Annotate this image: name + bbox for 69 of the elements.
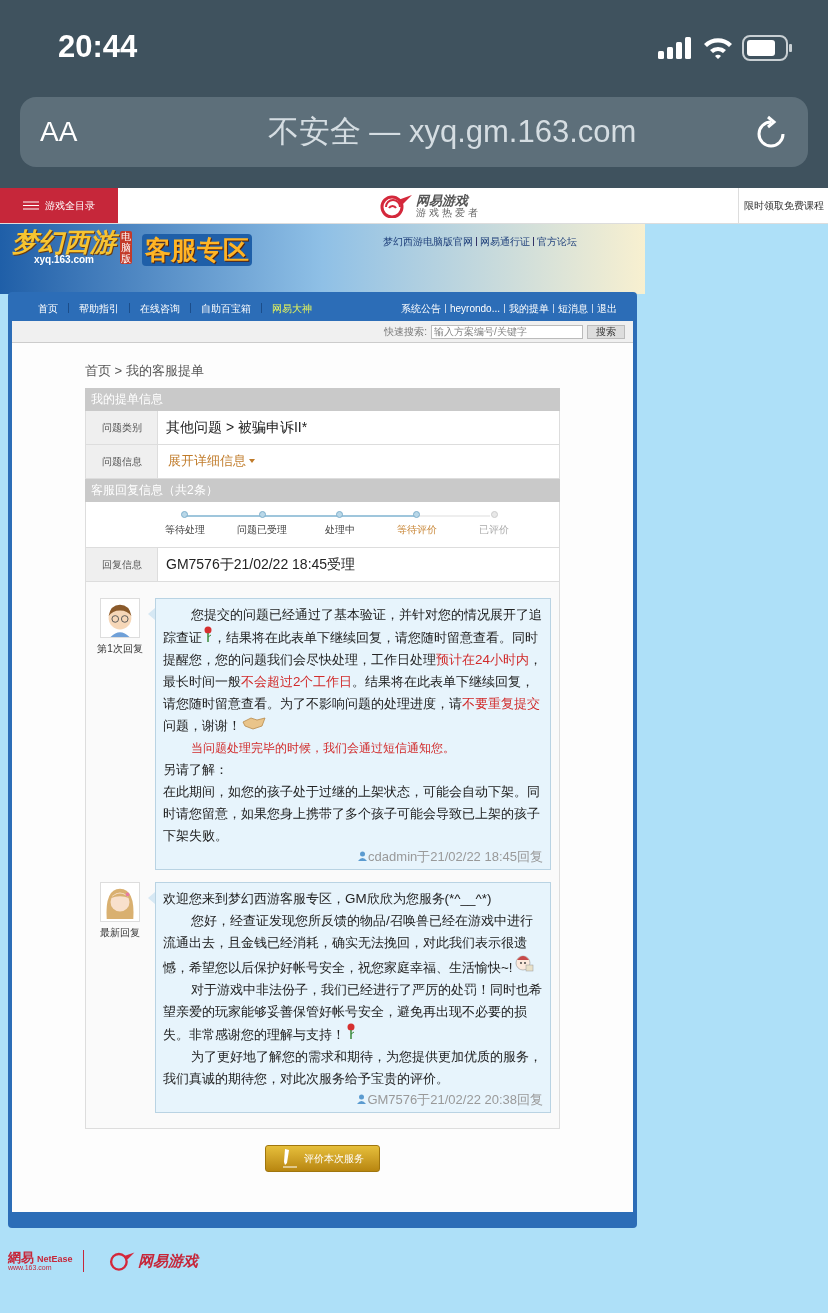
search-button[interactable]: 搜索 — [587, 324, 625, 339]
game-url: xyq.163.com — [33, 255, 94, 265]
search-field[interactable]: 输入方案编号/关键字 — [431, 324, 583, 339]
nav-link[interactable]: 在线咨询 — [130, 300, 190, 316]
reply-paragraph: 欢迎您来到梦幻西游客服专区，GM欣欣为您服务(*^__^*) — [163, 889, 493, 908]
brand-logo-icon — [107, 1250, 136, 1271]
step-label[interactable]: 处理中 — [324, 521, 355, 537]
edition-badge: 电脑版 — [120, 230, 132, 264]
caret-icon — [249, 459, 255, 463]
reply-caption: 最新回复 — [100, 925, 140, 940]
user-link[interactable]: 短消息 — [558, 300, 588, 316]
brand-name: 网易游戏 — [416, 193, 470, 207]
status-time: 20:44 — [58, 28, 138, 67]
user-link[interactable]: 我的提单 — [509, 300, 549, 316]
brand-logo-icon — [378, 193, 415, 218]
reply-paragraph: 另请了解： — [163, 760, 229, 779]
user-link[interactable]: 系统公告 — [400, 300, 441, 316]
reply-paragraph: 为了更好地了解您的需求和期待，为您提供更加优质的服务，我们真诚的期待您，对此次服务给予宝贵的评价。 — [163, 1047, 543, 1088]
banner-link[interactable]: 梦幻西游电脑版官网 — [383, 234, 473, 249]
reply-signature: GM7576于21/02/22 20:38回复 — [367, 1090, 543, 1109]
reply-paragraph: 在此期间，如您的孩子处于过继的上架状态，可能会自动下架。同时请您留意，如果您身上携带了多个孩子可能会导致已上架的孩子下架失败。 — [163, 782, 541, 845]
avatar-icon — [100, 881, 140, 922]
doll-icon — [513, 953, 534, 972]
brand-tagline: 游 戏 热 爱 者 — [416, 206, 478, 218]
url-text: 不安全 — xyq.gm.163.com — [266, 112, 638, 151]
banner-link[interactable]: 官方论坛 — [537, 234, 577, 249]
menu-icon — [23, 201, 39, 210]
pencil-icon — [281, 1148, 298, 1168]
netease-wordmark: NetEase — [37, 1254, 73, 1264]
nav-link[interactable]: 帮助指引 — [69, 300, 129, 316]
wifi-icon — [702, 35, 734, 60]
step-label[interactable]: 等待处理 — [164, 521, 205, 537]
nav-link[interactable]: 首页 — [28, 300, 68, 316]
field-label: 回复信息 — [86, 547, 158, 581]
user-link[interactable]: heyrondo... — [449, 300, 500, 316]
field-value: GM7576于21/02/22 18:45受理 — [166, 554, 356, 574]
avatar-icon — [100, 597, 140, 638]
banner-link[interactable]: 网易通行证 — [480, 234, 530, 249]
nav-link[interactable]: 网易大神 — [262, 300, 322, 316]
expand-details-link[interactable]: 展开详细信息 — [168, 451, 255, 471]
games-logo: 网易游戏 — [137, 1250, 198, 1271]
reply-paragraph: 您好，经查证发现您所反馈的物品/召唤兽已经在游戏中进行流通出去，且金钱已经消耗，确实无法挽回，对此我们表示很遗憾，希望您以后保护好帐号安全，祝您家庭幸福、生活愉快~! — [163, 911, 535, 977]
breadcrumb: 首页 > 我的客服提单 — [85, 362, 205, 380]
text-size-button[interactable]: AA — [40, 111, 190, 153]
handshake-icon — [242, 715, 266, 730]
nav-link[interactable]: 自助百宝箱 — [191, 300, 261, 316]
user-icon — [357, 1093, 367, 1104]
step-label[interactable]: 问题已受理 — [237, 521, 288, 537]
reply-caption: 第1次回复 — [97, 641, 143, 656]
user-icon — [358, 850, 368, 861]
address-bar[interactable]: AA 不安全 — xyq.gm.163.com — [20, 97, 808, 167]
step-label[interactable]: 等待评价 — [396, 521, 437, 537]
catalog-menu-button[interactable]: 游戏全目录 — [0, 188, 118, 223]
battery-icon — [742, 34, 794, 61]
rose-icon — [203, 625, 213, 642]
reply-paragraph: 当问题处理完毕的时候，我们会通过短信通知您。 — [190, 739, 456, 757]
netease-logo: 網易 — [8, 1250, 34, 1264]
user-link[interactable]: 退出 — [597, 300, 617, 316]
field-label: 问题类别 — [86, 410, 158, 444]
banner-title: 客服专区 — [142, 234, 252, 266]
reply-signature: cdadmin于21/02/22 18:45回复 — [368, 847, 543, 866]
search-label: 快速搜索: — [384, 325, 427, 339]
promo-link[interactable]: 限时领取免费课程 — [738, 188, 828, 223]
field-value: 其他问题 > 被骗申诉II* — [166, 417, 308, 437]
reply-paragraph: 您提交的问题已经通过了基本验证，并针对您的情况展开了追踪查证 ，结果将在此表单下继续回复，请您随时留意查看。同时提醒您，您的问题我们会尽快处理，工作日处理预计在24小时内，最长时间一般不会超过2个工作日。结果将在此表单下继续回复，请您随时留意查看。为了不影响问题的处理进度，请不要重复提交 问题，谢谢！ — [163, 605, 543, 735]
field-label: 问题信息 — [86, 444, 158, 478]
rose-icon — [346, 1022, 356, 1039]
signal-icon — [658, 36, 694, 59]
reply-paragraph: 对于游戏中非法份子，我们已经进行了严厉的处罚！同时也希望亲爱的玩家能够妥善保管好帐号安全，避免再出现不必要的损失。非常感谢您的理解与支持！ — [163, 980, 543, 1044]
